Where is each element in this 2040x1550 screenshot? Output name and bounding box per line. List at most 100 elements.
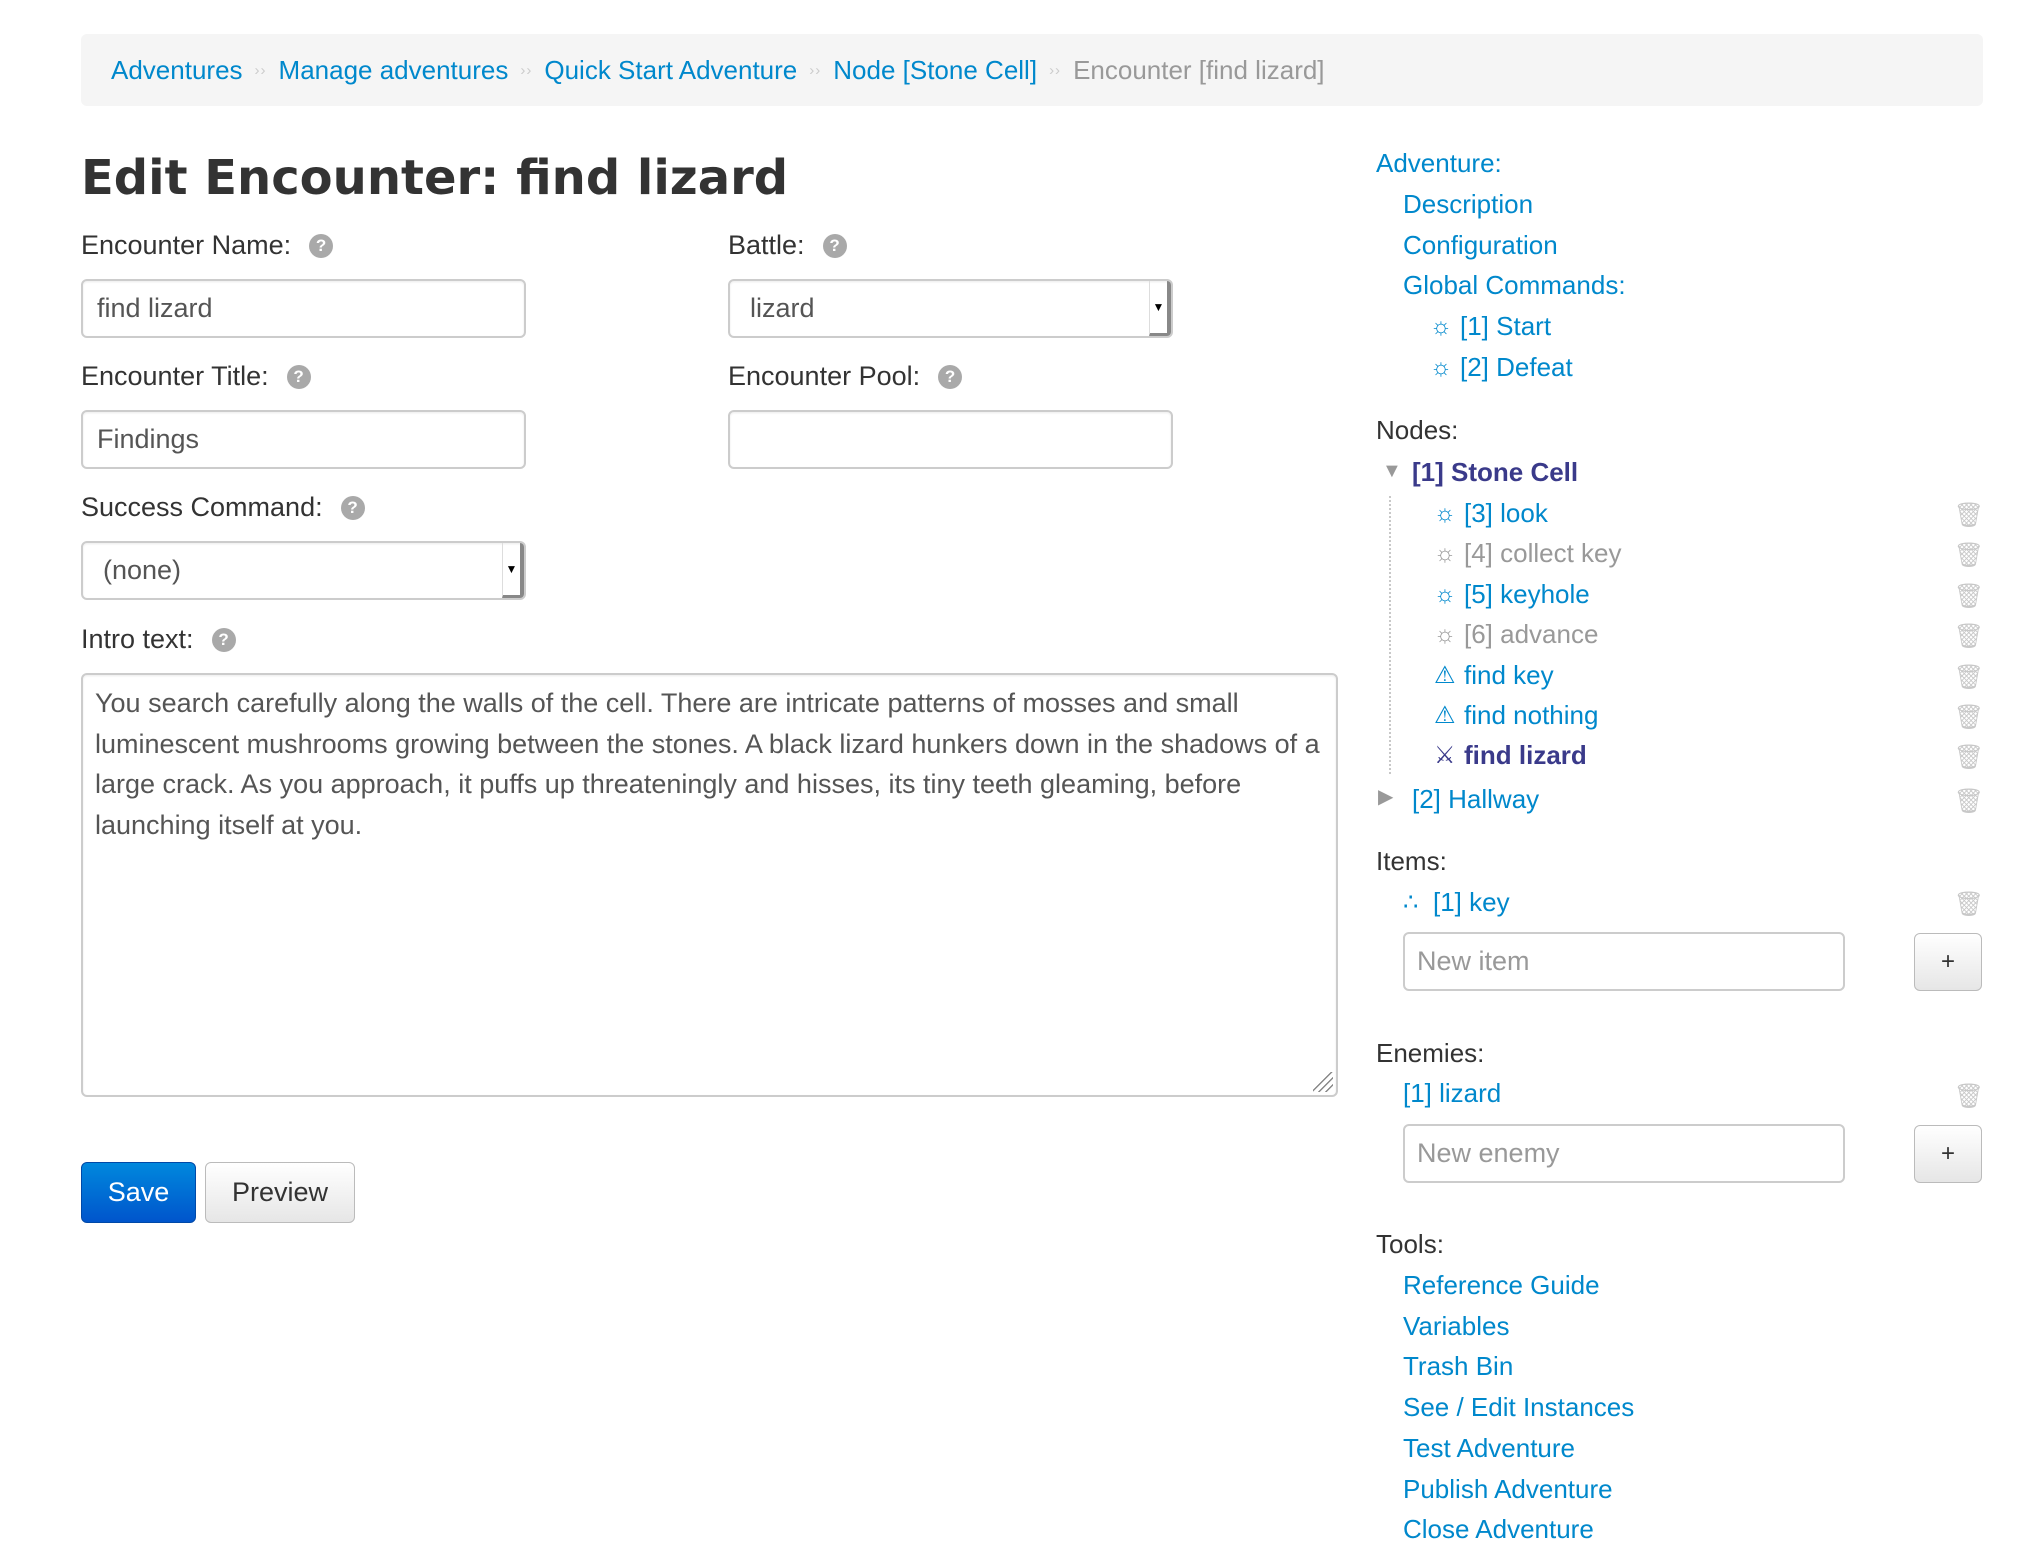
encounter-pool-label-text: Encounter Pool: xyxy=(728,361,921,391)
encounter-title-label-text: Encounter Title: xyxy=(81,361,269,391)
breadcrumb-separator: ›› xyxy=(809,61,822,79)
help-icon[interactable]: ? xyxy=(938,364,963,389)
node-hallway[interactable]: [2] Hallway xyxy=(1412,784,1539,815)
warning-icon: ⚠ xyxy=(1434,702,1456,729)
breadcrumb-current: Encounter [find lizard] xyxy=(1073,54,1325,85)
caret-right-icon[interactable]: ▶ xyxy=(1378,784,1393,809)
tool-close-adventure[interactable]: Close Adventure xyxy=(1403,1514,1594,1545)
encounter-name-input[interactable] xyxy=(81,279,526,338)
encounter-title-label: Encounter Title: ? xyxy=(81,361,311,392)
trash-icon[interactable]: 🗑 xyxy=(1954,891,1984,918)
gear-icon: ☼ xyxy=(1430,312,1452,340)
breadcrumb-quick-start-adventure[interactable]: Quick Start Adventure xyxy=(544,55,797,86)
battle-select[interactable]: lizard ▼ xyxy=(728,279,1173,338)
save-button[interactable]: Save xyxy=(81,1162,196,1223)
breadcrumb-manage-adventures[interactable]: Manage adventures xyxy=(279,55,509,86)
node-stone-cell[interactable]: [1] Stone Cell xyxy=(1412,457,1578,488)
node-child-label: find lizard xyxy=(1464,740,1587,770)
node-command-collect-key[interactable]: ☼ [4] collect key xyxy=(1434,538,1622,569)
sidebar-configuration-link[interactable]: Configuration xyxy=(1403,230,1558,261)
tool-see-edit-instances[interactable]: See / Edit Instances xyxy=(1403,1392,1634,1423)
gear-icon: ☼ xyxy=(1434,580,1456,608)
nodes-heading: Nodes: xyxy=(1376,415,1459,445)
trash-icon[interactable]: 🗑 xyxy=(1954,542,1984,569)
encounter-title-input[interactable] xyxy=(81,410,526,469)
trash-icon[interactable]: 🗑 xyxy=(1954,502,1984,529)
page-title: Edit Encounter: find lizard xyxy=(81,150,789,206)
help-icon[interactable]: ? xyxy=(309,233,334,258)
success-command-label-text: Success Command: xyxy=(81,492,323,522)
sidebar-description-link[interactable]: Description xyxy=(1403,189,1533,220)
item-label: [1] key xyxy=(1433,887,1510,917)
intro-text-content: You search carefully along the walls of … xyxy=(95,688,1320,840)
node-command-advance[interactable]: ☼ [6] advance xyxy=(1434,619,1598,650)
node-child-label: find key xyxy=(1464,660,1554,690)
chevron-down-icon: ▼ xyxy=(1149,281,1171,336)
breadcrumb: Adventures ›› Manage adventures ›› Quick… xyxy=(81,34,1983,106)
preview-button[interactable]: Preview xyxy=(205,1162,355,1223)
breadcrumb-separator: ›› xyxy=(520,61,533,79)
tool-publish-adventure[interactable]: Publish Adventure xyxy=(1403,1474,1613,1505)
battle-label-text: Battle: xyxy=(728,230,805,260)
global-command-label: [1] Start xyxy=(1460,311,1552,341)
add-enemy-button[interactable]: + xyxy=(1914,1125,1982,1183)
success-command-select[interactable]: (none) ▼ xyxy=(81,541,526,600)
node-command-look[interactable]: ☼ [3] look xyxy=(1434,498,1548,529)
breadcrumb-adventures[interactable]: Adventures xyxy=(111,55,243,86)
chevron-down-icon: ▼ xyxy=(502,543,524,598)
trash-icon[interactable]: 🗑 xyxy=(1954,1083,1984,1110)
intro-text-label-text: Intro text: xyxy=(81,624,194,654)
swords-icon: ⚔ xyxy=(1434,742,1456,769)
tool-test-adventure[interactable]: Test Adventure xyxy=(1403,1433,1575,1464)
trash-icon[interactable]: 🗑 xyxy=(1954,788,1984,815)
trash-icon[interactable]: 🗑 xyxy=(1954,704,1984,731)
tool-trash-bin[interactable]: Trash Bin xyxy=(1403,1351,1513,1382)
new-item-input[interactable] xyxy=(1403,932,1845,991)
encounter-name-label-text: Encounter Name: xyxy=(81,230,292,260)
enemy-lizard[interactable]: [1] lizard xyxy=(1403,1078,1501,1109)
global-command-defeat[interactable]: ☼ [2] Defeat xyxy=(1430,352,1573,383)
gear-icon: ☼ xyxy=(1434,499,1456,527)
gear-icon: ☼ xyxy=(1430,353,1452,381)
battle-select-value: lizard xyxy=(750,293,815,323)
add-item-button[interactable]: + xyxy=(1914,933,1982,991)
trash-icon[interactable]: 🗑 xyxy=(1954,744,1984,771)
help-icon[interactable]: ? xyxy=(340,495,365,520)
new-enemy-input[interactable] xyxy=(1403,1124,1845,1183)
help-icon[interactable]: ? xyxy=(822,233,847,258)
encounter-pool-input[interactable] xyxy=(728,410,1173,469)
node-encounter-find-nothing[interactable]: ⚠ find nothing xyxy=(1434,700,1598,731)
global-command-label: [2] Defeat xyxy=(1460,352,1573,382)
item-key[interactable]: ∴ [1] key xyxy=(1403,887,1510,918)
resize-handle-icon[interactable] xyxy=(1313,1072,1333,1092)
encounter-name-label: Encounter Name: ? xyxy=(81,230,334,261)
global-command-start[interactable]: ☼ [1] Start xyxy=(1430,311,1551,342)
node-child-label: [3] look xyxy=(1464,498,1548,528)
caret-down-icon[interactable]: ▼ xyxy=(1382,460,1402,483)
breadcrumb-node-stone-cell[interactable]: Node [Stone Cell] xyxy=(833,55,1037,86)
help-icon[interactable]: ? xyxy=(286,364,311,389)
tool-variables[interactable]: Variables xyxy=(1403,1311,1509,1342)
breadcrumb-separator: ›› xyxy=(1049,61,1062,79)
node-command-keyhole[interactable]: ☼ [5] keyhole xyxy=(1434,579,1590,610)
tree-connector xyxy=(1389,496,1391,774)
tool-reference-guide[interactable]: Reference Guide xyxy=(1403,1270,1600,1301)
node-child-label: [6] advance xyxy=(1464,619,1599,649)
enemies-heading: Enemies: xyxy=(1376,1038,1485,1068)
breadcrumb-separator: ›› xyxy=(254,61,267,79)
sidebar-global-commands-link[interactable]: Global Commands: xyxy=(1403,270,1626,301)
node-child-label: [5] keyhole xyxy=(1464,579,1590,609)
node-encounter-find-lizard[interactable]: ⚔ find lizard xyxy=(1434,740,1587,771)
trash-icon[interactable]: 🗑 xyxy=(1954,664,1984,691)
trash-icon[interactable]: 🗑 xyxy=(1954,583,1984,610)
sidebar-adventure-link[interactable]: Adventure: xyxy=(1376,148,1502,179)
node-encounter-find-key[interactable]: ⚠ find key xyxy=(1434,660,1554,691)
help-icon[interactable]: ? xyxy=(211,627,236,652)
intro-text-textarea[interactable]: You search carefully along the walls of … xyxy=(81,673,1338,1097)
success-command-select-value: (none) xyxy=(103,555,182,585)
dots-icon: ∴ xyxy=(1403,889,1419,916)
battle-label: Battle: ? xyxy=(728,230,847,261)
success-command-label: Success Command: ? xyxy=(81,492,365,523)
intro-text-label: Intro text: ? xyxy=(81,624,236,655)
trash-icon[interactable]: 🗑 xyxy=(1954,623,1984,650)
